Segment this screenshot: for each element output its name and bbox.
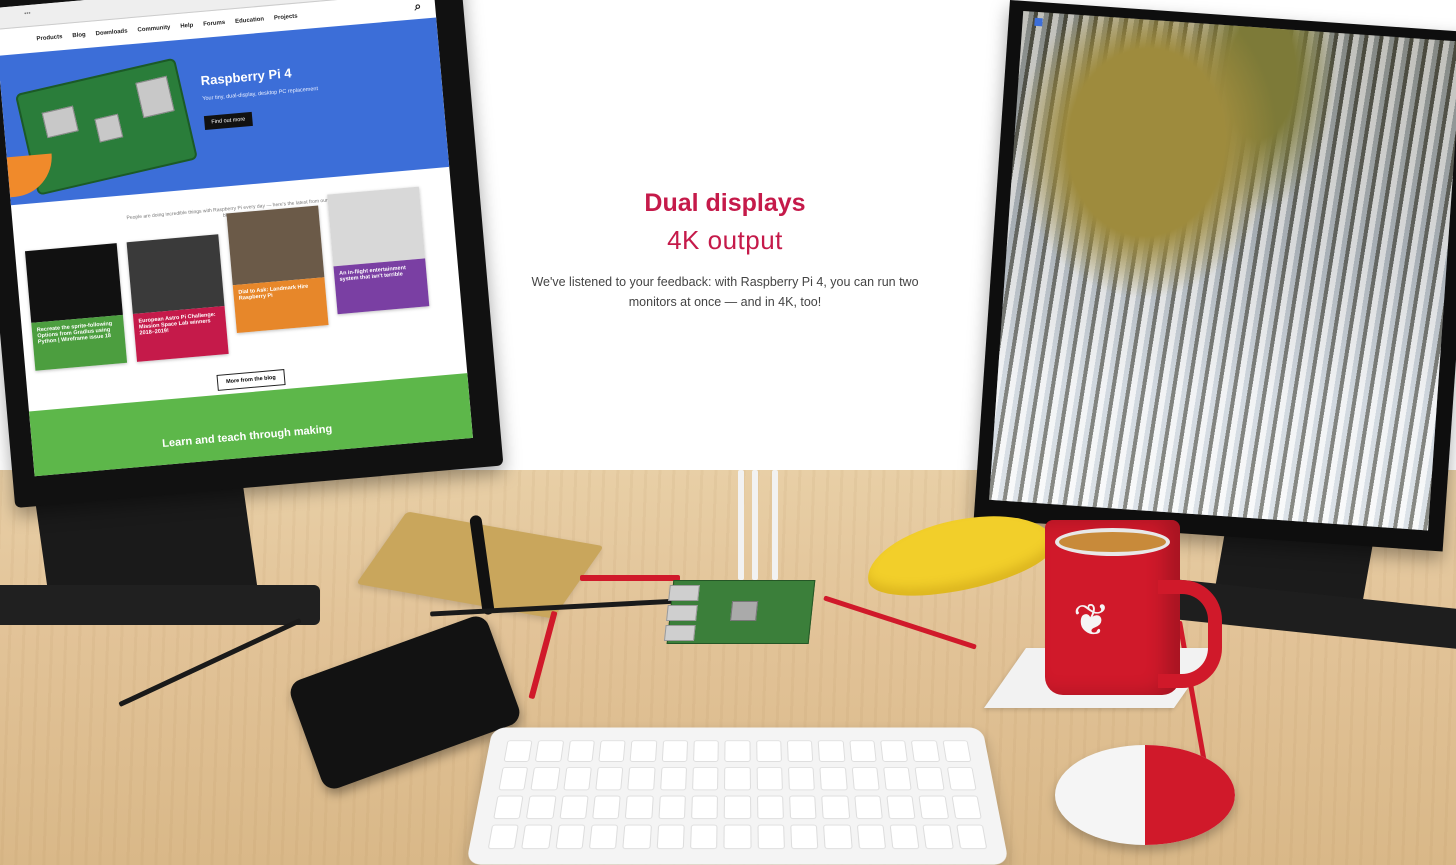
power-cable [772,470,778,580]
hdmi-cable [738,470,744,580]
raspberry-pi-board [663,580,816,644]
coffee [1055,528,1170,556]
more-from-blog-button[interactable]: More from the blog [216,369,286,391]
blog-card-label: European Astro Pi Challenge: Mission Spa… [132,306,229,362]
nav-item-community[interactable]: Community [137,25,170,34]
desktop-icon [1034,17,1043,27]
hdmi-cable [752,470,758,580]
find-out-more-button[interactable]: Find out more [203,111,253,131]
mouse-red-half [1145,745,1235,845]
left-monitor: ••• Products Blog Downloads Community He… [0,0,504,509]
keyboard-keys [487,740,988,850]
left-monitor-screen: ••• Products Blog Downloads Community He… [0,0,473,477]
nav-item-forums[interactable]: Forums [203,20,225,28]
nav-item-help[interactable]: Help [180,23,193,30]
feature-title: Dual displays [644,189,806,217]
coffee-mug: ❦ [1045,520,1222,695]
blog-card[interactable]: European Astro Pi Challenge: Mission Spa… [126,234,229,362]
learn-banner-text: Learn and teach through making [161,423,333,450]
blog-card[interactable]: An in-flight entertainment system that i… [327,186,430,315]
raspberry-logo-icon: ❦ [1073,596,1110,645]
waterfall-wallpaper [989,10,1456,531]
cpu-chip [730,601,759,621]
mug-handle [1158,580,1222,688]
keyboard [465,727,1010,865]
nav-item-downloads[interactable]: Downloads [95,28,127,37]
blog-card-label: Recreate the sprite-following Options fr… [31,314,128,371]
mouse [1055,745,1235,845]
feature-copy: Dual displays 4K output We've listened t… [520,186,930,312]
nav-item-blog[interactable]: Blog [72,32,86,39]
product-scene: ••• Products Blog Downloads Community He… [0,0,1456,865]
search-icon[interactable]: ⌕ [414,0,422,14]
hero-title: Raspberry Pi 4 [200,65,293,89]
blog-card-label: An in-flight entertainment system that i… [333,258,430,315]
blog-card[interactable]: Dial to Ask: Landmark Hire Raspberry Pi [226,205,329,334]
red-cable [580,575,680,581]
blog-cards: Recreate the sprite-following Options fr… [24,186,454,371]
nav-item-projects[interactable]: Projects [274,14,298,22]
right-monitor [973,0,1456,552]
nav-item-education[interactable]: Education [235,16,264,25]
blog-card[interactable]: Recreate the sprite-following Options fr… [24,243,128,371]
feature-subtitle: 4K output [667,225,783,255]
blog-card-label: Dial to Ask: Landmark Hire Raspberry Pi [232,277,329,334]
feature-description: We've listened to your feedback: with Ra… [531,275,919,309]
nav-item-products[interactable]: Products [36,34,62,42]
learn-banner: Learn and teach through making [28,373,473,477]
left-monitor-base [0,585,320,625]
hero-subtitle: Your tiny, dual-display, desktop PC repl… [202,86,319,103]
